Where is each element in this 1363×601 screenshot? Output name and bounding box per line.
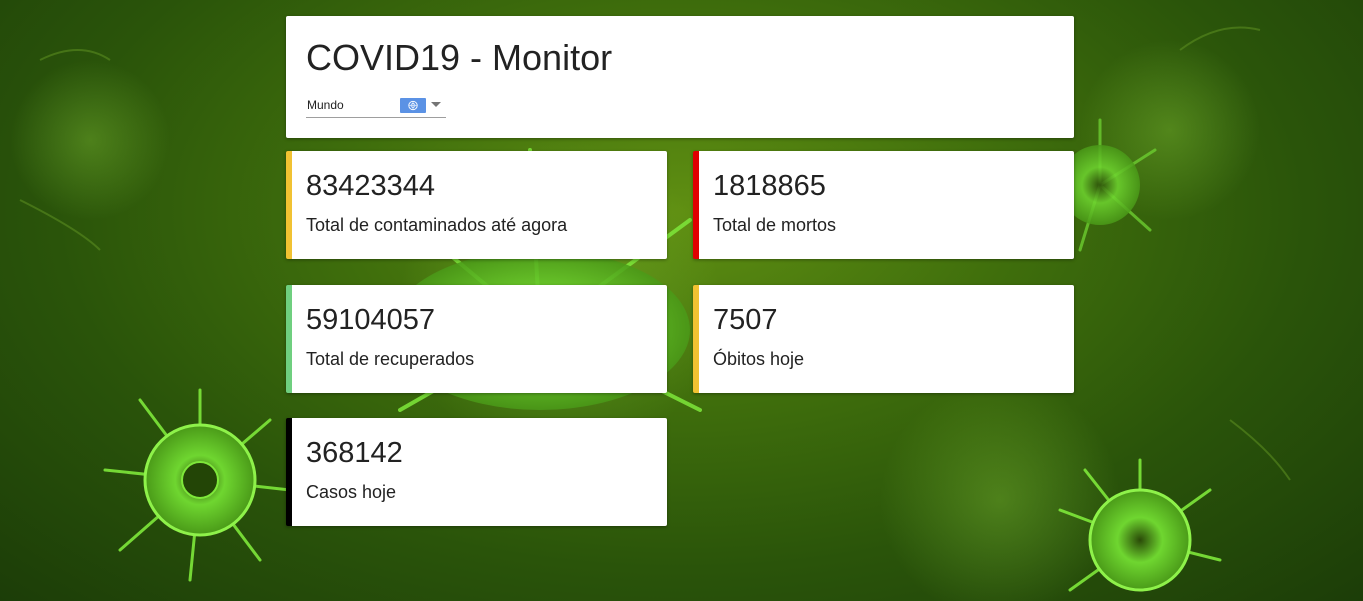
un-flag-icon (400, 98, 426, 113)
total-cases-label: Total de contaminados até agora (306, 215, 568, 235)
deaths-today-value: 7507 (713, 304, 778, 336)
page-title: COVID19 - Monitor (306, 37, 613, 78)
cases-today-value: 368142 (306, 437, 403, 469)
cases-today-card: 368142 Casos hoje (286, 418, 667, 526)
total-cases-value: 83423344 (306, 170, 436, 202)
chevron-down-icon[interactable] (431, 102, 441, 107)
total-deaths-value: 1818865 (713, 170, 826, 202)
recovered-card: 59104057 Total de recuperados (286, 285, 667, 393)
header-card: COVID19 - Monitor Mundo (286, 16, 1074, 138)
deaths-today-card: 7507 Óbitos hoje (693, 285, 1074, 393)
total-deaths-card: 1818865 Total de mortos (693, 151, 1074, 259)
recovered-label: Total de recuperados (306, 349, 475, 369)
cases-today-label: Casos hoje (306, 482, 397, 502)
region-select-value: Mundo (307, 98, 344, 112)
deaths-today-label: Óbitos hoje (713, 349, 805, 369)
total-cases-card: 83423344 Total de contaminados até agora (286, 151, 667, 259)
recovered-value: 59104057 (306, 304, 436, 336)
total-deaths-label: Total de mortos (713, 215, 837, 235)
region-select[interactable]: Mundo (306, 96, 446, 118)
